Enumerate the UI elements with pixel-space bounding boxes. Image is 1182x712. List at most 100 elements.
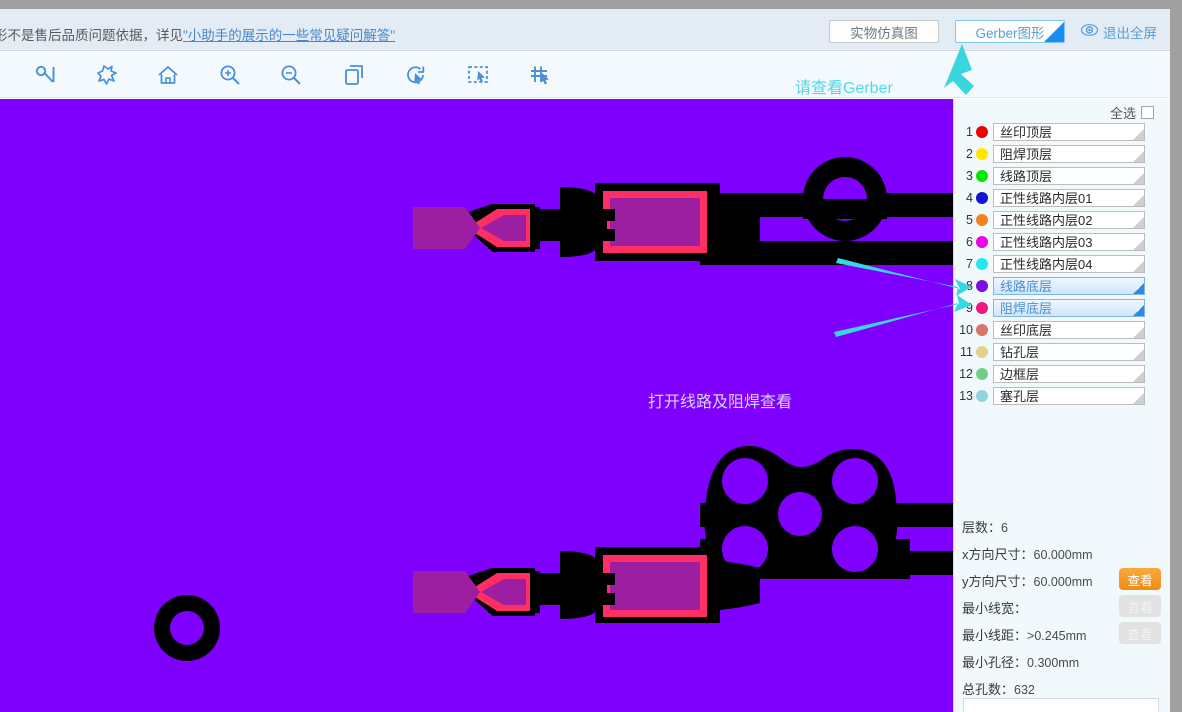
vertical-scrollbar[interactable] (1170, 9, 1182, 712)
layer-toggle-box[interactable]: 阻焊底层 (993, 299, 1145, 317)
zoom-in-icon[interactable] (217, 62, 243, 88)
select-all-checkbox[interactable] (1141, 106, 1154, 119)
layer-row[interactable]: 1丝印顶层 (954, 121, 1171, 143)
zoom-out-icon[interactable] (278, 62, 304, 88)
info-line-6: 总孔数：632 (962, 679, 1035, 698)
check-icon (1044, 22, 1064, 42)
layer-index: 10 (954, 323, 976, 337)
layer-row[interactable]: 9阻焊底层 (954, 297, 1171, 319)
layer-resize-corner-icon (1133, 393, 1144, 404)
layer-label: 线路顶层 (1000, 169, 1052, 185)
layer-label: 塞孔层 (1000, 389, 1039, 405)
layer-toggle-box[interactable]: 线路底层 (993, 277, 1145, 295)
info-line-5: 最小孔径：0.300mm (962, 652, 1079, 671)
real-simulation-button[interactable]: 实物仿真图 (829, 20, 939, 43)
layer-color-swatch[interactable] (976, 302, 988, 314)
layer-color-swatch[interactable] (976, 170, 988, 182)
layer-index: 4 (954, 191, 976, 205)
gerber-graphic-button[interactable]: Gerber图形 (955, 20, 1065, 43)
view-minspace-button: 查看 (1119, 622, 1161, 644)
info-key: y方向尺寸： (962, 574, 1034, 589)
info-line-3: 最小线宽： (962, 598, 1027, 617)
layer-color-swatch[interactable] (976, 368, 988, 380)
layer-index: 11 (954, 345, 976, 359)
notice-text: 形不是售后品质问题依据，详见"小助手的展示的一些常见疑问解答" (0, 29, 395, 43)
layer-color-swatch[interactable] (976, 236, 988, 248)
info-key: 总孔数： (962, 682, 1014, 697)
layer-toggle-box[interactable]: 线路顶层 (993, 167, 1145, 185)
pcb-annular-ring (154, 595, 220, 661)
view-minwidth-button: 查看 (1119, 595, 1161, 617)
window-top-strip (0, 0, 1182, 9)
layer-row[interactable]: 10 丝印底层 (954, 319, 1171, 341)
layer-resize-corner-icon (1133, 151, 1144, 162)
layer-toggle-box[interactable]: 丝印顶层 (993, 123, 1145, 141)
info-value: 632 (1014, 683, 1035, 697)
layer-color-swatch[interactable] (976, 148, 988, 160)
layer-toggle-box[interactable]: 阻焊顶层 (993, 145, 1145, 163)
layer-toggle-box[interactable]: 塞孔层 (993, 387, 1145, 405)
layer-row[interactable]: 6 正性线路内层03 (954, 231, 1171, 253)
info-line-4: 最小线距：>0.245mm (962, 625, 1086, 644)
layer-label: 正性线路内层04 (1000, 257, 1092, 273)
info-value: 0.300mm (1027, 656, 1079, 670)
home-icon[interactable] (155, 62, 181, 88)
layer-toggle-box[interactable]: 钻孔层 (993, 343, 1145, 361)
info-value: 60.000mm (1034, 548, 1093, 562)
select-all-row[interactable]: 全选 (1110, 103, 1154, 122)
layer-index: 12 (954, 367, 976, 381)
layer-color-swatch[interactable] (976, 346, 988, 358)
layer-toggle-box[interactable]: 边框层 (993, 365, 1145, 383)
layer-color-swatch[interactable] (976, 258, 988, 270)
layer-row[interactable]: 13塞孔层 (954, 385, 1171, 407)
exit-fullscreen-button[interactable]: 退出全屏 (1081, 20, 1157, 43)
layer-color-swatch[interactable] (976, 280, 988, 292)
layer-color-swatch[interactable] (976, 390, 988, 402)
layer-list: 1丝印顶层 2 阻焊顶层 3线路顶层 4 正性线路内层01 5正性线路内层02 6 正性线路内层… (954, 121, 1171, 407)
layer-resize-corner-icon (1133, 129, 1144, 140)
marquee-select-icon[interactable] (465, 62, 491, 88)
layer-toggle-box[interactable]: 丝印底层 (993, 321, 1145, 339)
gerber-viewer-app: 形不是售后品质问题依据，详见"小助手的展示的一些常见疑问解答" 实物仿真图 Ge… (0, 0, 1182, 712)
layer-toggle-box[interactable]: 正性线路内层01 (993, 189, 1145, 207)
view-size-button[interactable]: 查看 (1119, 568, 1161, 590)
detail-output-box (963, 698, 1159, 712)
gerber-canvas[interactable]: 打开线路及阻焊查看 (0, 99, 953, 712)
window-top-strip-inner (0, 0, 1170, 9)
layer-label: 阻焊顶层 (1000, 147, 1052, 163)
info-key: 最小线距： (962, 628, 1027, 643)
layer-resize-corner-icon (1133, 239, 1144, 250)
notice-link[interactable]: "小助手的展示的一些常见疑问解答" (183, 28, 395, 43)
eye-icon (1081, 24, 1098, 39)
layer-checked-corner-icon (1133, 283, 1144, 294)
layer-label: 边框层 (1000, 367, 1039, 383)
measure-icon[interactable] (33, 62, 59, 88)
layer-toggle-box[interactable]: 正性线路内层04 (993, 255, 1145, 273)
info-key: 层数： (962, 520, 1001, 535)
layer-row[interactable]: 2 阻焊顶层 (954, 143, 1171, 165)
layer-row[interactable]: 11 钻孔层 (954, 341, 1171, 363)
layer-row[interactable]: 12 边框层 (954, 363, 1171, 385)
layer-index: 2 (954, 147, 976, 161)
layer-color-swatch[interactable] (976, 214, 988, 226)
layer-resize-corner-icon (1133, 261, 1144, 272)
layer-label: 正性线路内层02 (1000, 213, 1092, 229)
rotate-icon[interactable] (403, 62, 429, 88)
layer-row[interactable]: 4 正性线路内层01 (954, 187, 1171, 209)
layer-row[interactable]: 3线路顶层 (954, 165, 1171, 187)
layer-toggle-box[interactable]: 正性线路内层02 (993, 211, 1145, 229)
info-value: >0.245mm (1027, 629, 1086, 643)
info-line-2: y方向尺寸：60.000mm (962, 571, 1093, 590)
layer-color-swatch[interactable] (976, 324, 988, 336)
layer-color-swatch[interactable] (976, 126, 988, 138)
grid-select-icon[interactable] (527, 62, 553, 88)
layer-row[interactable]: 5正性线路内层02 (954, 209, 1171, 231)
shape-icon[interactable] (94, 62, 120, 88)
layer-color-swatch[interactable] (976, 192, 988, 204)
layer-row[interactable]: 8线路底层 (954, 275, 1171, 297)
layer-row[interactable]: 7正性线路内层04 (954, 253, 1171, 275)
layer-toggle-box[interactable]: 正性线路内层03 (993, 233, 1145, 251)
layer-index: 6 (954, 235, 976, 249)
copy-layers-icon[interactable] (341, 62, 367, 88)
viewer-toolbar (0, 52, 1170, 98)
